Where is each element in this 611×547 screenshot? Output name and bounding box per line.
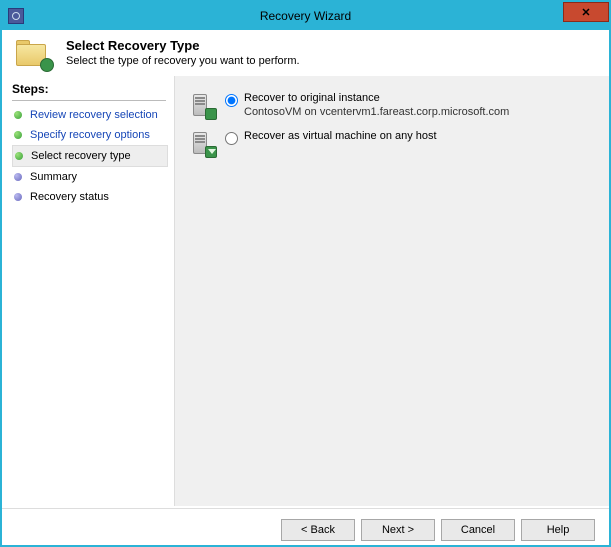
wizard-header: Select Recovery Type Select the type of …	[2, 30, 609, 76]
step-select-recovery-type[interactable]: Select recovery type	[12, 145, 168, 167]
option-recover-any-host: Recover as virtual machine on any host	[189, 130, 595, 158]
option-label: Recover to original instance	[244, 92, 509, 104]
step-bullet-icon	[14, 111, 22, 119]
steps-heading: Steps:	[12, 82, 166, 101]
steps-panel: Steps: Review recovery selection Specify…	[2, 76, 174, 506]
server-original-icon	[189, 92, 217, 120]
folder-recover-icon	[16, 40, 52, 70]
step-bullet-icon	[14, 173, 22, 181]
page-title: Select Recovery Type	[66, 38, 300, 53]
cancel-button[interactable]: Cancel	[441, 519, 515, 541]
option-recover-original: Recover to original instance ContosoVM o…	[189, 92, 595, 120]
step-recovery-status[interactable]: Recovery status	[12, 187, 168, 207]
step-specify-recovery-options[interactable]: Specify recovery options	[12, 125, 168, 145]
step-bullet-icon	[14, 193, 22, 201]
step-review-recovery-selection[interactable]: Review recovery selection	[12, 105, 168, 125]
step-label: Specify recovery options	[30, 129, 150, 141]
app-icon	[8, 8, 24, 24]
server-anyhost-icon	[189, 130, 217, 158]
titlebar: Recovery Wizard ✕	[2, 2, 609, 30]
step-bullet-icon	[15, 152, 23, 160]
step-label: Select recovery type	[31, 150, 131, 162]
wizard-buttons: < Back Next > Cancel Help	[2, 508, 609, 541]
step-label: Summary	[30, 171, 77, 183]
close-button[interactable]: ✕	[563, 2, 609, 22]
step-bullet-icon	[14, 131, 22, 139]
option-label: Recover as virtual machine on any host	[244, 130, 437, 142]
help-button[interactable]: Help	[521, 519, 595, 541]
radio-recover-original[interactable]	[225, 94, 238, 107]
close-icon: ✕	[581, 6, 590, 19]
window-title: Recovery Wizard	[2, 9, 609, 23]
radio-recover-any-host[interactable]	[225, 132, 238, 145]
step-label: Recovery status	[30, 191, 109, 203]
content-panel: Recover to original instance ContosoVM o…	[174, 76, 609, 506]
step-summary[interactable]: Summary	[12, 167, 168, 187]
page-subtitle: Select the type of recovery you want to …	[66, 55, 300, 67]
option-detail: ContosoVM on vcentervm1.fareast.corp.mic…	[244, 106, 509, 118]
next-button[interactable]: Next >	[361, 519, 435, 541]
back-button[interactable]: < Back	[281, 519, 355, 541]
step-label: Review recovery selection	[30, 109, 158, 121]
